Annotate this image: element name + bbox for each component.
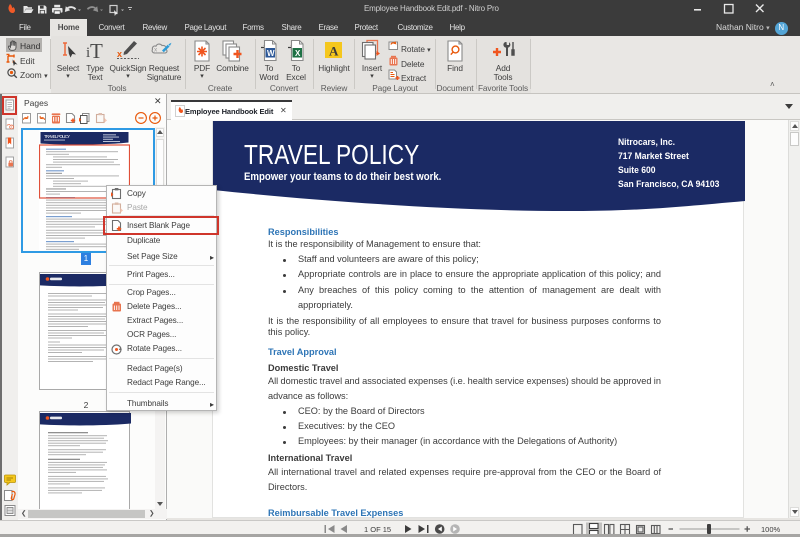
svg-text:1 OF 15: 1 OF 15 xyxy=(364,525,391,534)
svg-text:X: X xyxy=(295,49,301,58)
svg-text:T: T xyxy=(90,39,103,63)
svg-text:100%: 100% xyxy=(761,525,781,534)
svg-text:TRAVEL POLICY: TRAVEL POLICY xyxy=(44,134,70,139)
svg-text:W: W xyxy=(267,49,275,58)
svg-text:x: x xyxy=(117,49,122,59)
svg-text:A: A xyxy=(329,44,339,59)
